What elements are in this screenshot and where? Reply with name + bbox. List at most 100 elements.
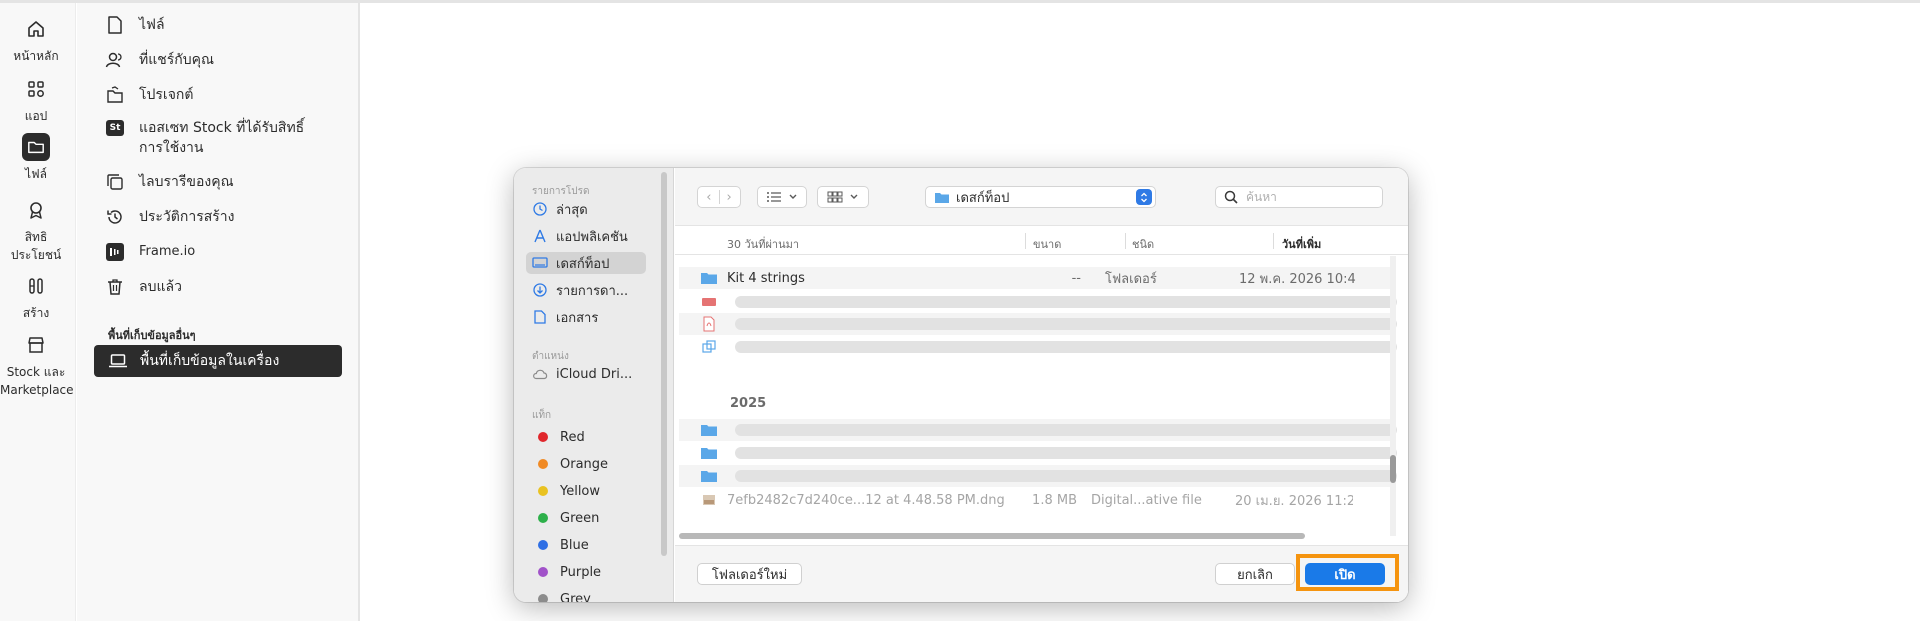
clock-icon: [532, 201, 548, 217]
folder-row-redacted[interactable]: [679, 465, 1397, 487]
rail-label-home: หน้าหลัก: [13, 49, 59, 63]
sidebar-item-documents[interactable]: เอกสาร: [532, 306, 598, 328]
file-size: 1.8 MB: [1032, 492, 1077, 508]
panel-item-local-storage[interactable]: พื้นที่เก็บข้อมูลในเครื่อง: [94, 345, 342, 377]
file-row[interactable]: Kit 4 strings -- โฟลเดอร์ 12 พ.ค. 2026 1…: [679, 267, 1391, 289]
tag-label: Purple: [560, 564, 602, 580]
chevron-updown-icon: [1136, 189, 1152, 205]
rail-label-apps: แอป: [24, 109, 48, 123]
rail-label-stock: Stock และ Marketplace: [0, 365, 74, 397]
rail-item-home[interactable]: หน้าหลัก: [0, 15, 72, 65]
panel-item-deleted[interactable]: ลบแล้ว: [105, 277, 182, 297]
tag-yellow[interactable]: Yellow: [538, 482, 600, 500]
rail-item-benefits[interactable]: สิทธิ ประโยชน์: [0, 196, 72, 264]
column-size[interactable]: ขนาด: [1033, 235, 1061, 253]
open-button-highlight: [1296, 554, 1399, 591]
tag-purple[interactable]: Purple: [538, 563, 601, 581]
tag-green[interactable]: Green: [538, 509, 599, 527]
trash-icon: [105, 277, 125, 297]
column-kind[interactable]: ชนิด: [1132, 235, 1154, 253]
rail-label-files: ไฟล์: [25, 167, 47, 181]
favorites-heading: รายการโปรด: [532, 186, 590, 197]
horizontal-scrollbar[interactable]: [679, 533, 1305, 539]
sidebar-item-applications[interactable]: แอปพลิเคชัน: [532, 225, 628, 247]
file-kind: Digital...ative file: [1091, 492, 1202, 508]
sidebar-item-icloud[interactable]: iCloud Dri...: [532, 363, 632, 385]
panel-item-files[interactable]: ไฟล์: [105, 15, 165, 35]
tag-orange[interactable]: Orange: [538, 455, 608, 473]
home-icon: [22, 15, 50, 43]
new-folder-button[interactable]: โฟลเดอร์ใหม่: [697, 563, 802, 585]
panel-item-stock[interactable]: St แอสเซท Stock ที่ได้รับสิทธิ์ การใช้งา…: [105, 118, 304, 158]
panel-item-library[interactable]: ไลบรารีของคุณ: [105, 172, 234, 192]
panel-item-projects[interactable]: โปรเจกต์: [105, 85, 193, 105]
tag-dot: [538, 540, 548, 550]
group-header-2025: 2025: [730, 396, 767, 411]
folder-icon: [699, 469, 719, 483]
search-field[interactable]: ค้นหา: [1215, 186, 1383, 208]
rail-item-files[interactable]: ไฟล์: [0, 133, 72, 183]
folder-row-redacted[interactable]: [679, 442, 1397, 464]
column-date[interactable]: วันที่เพิ่ม: [1282, 235, 1321, 253]
tag-blue[interactable]: Blue: [538, 536, 589, 554]
panel-item-shared[interactable]: ที่แชร์กับคุณ: [105, 50, 214, 70]
sidebar-item-recents[interactable]: ล่าสุด: [532, 198, 588, 220]
project-icon: [105, 85, 125, 105]
panel-item-label: ประวัติการสร้าง: [139, 209, 235, 225]
list-view-button[interactable]: [757, 186, 807, 208]
sidebar-item-label: เดสก์ท็อป: [556, 256, 610, 272]
grid-view-button[interactable]: [817, 186, 869, 208]
store-icon: [22, 331, 50, 359]
dialog-sidebar: รายการโปรด ล่าสุด แอปพลิเคชัน เดสก์ท็อป …: [514, 168, 674, 602]
vertical-scrollbar[interactable]: [1390, 455, 1396, 483]
sidebar-item-desktop[interactable]: เดสก์ท็อป: [526, 252, 646, 274]
tag-dot: [538, 567, 548, 577]
chevron-left-icon: ‹: [706, 189, 712, 205]
location-popup[interactable]: เดสก์ท็อป: [925, 186, 1156, 208]
rail-item-create[interactable]: สร้าง: [0, 272, 72, 322]
cancel-button[interactable]: ยกเลิก: [1215, 563, 1295, 585]
file-row[interactable]: 7efb2482c7d240ce...12 at 4.48.58 PM.dng …: [679, 489, 1391, 511]
locations-heading: ตำแหน่ง: [532, 351, 569, 362]
document-icon: [532, 309, 548, 325]
rail-item-stock[interactable]: Stock และ Marketplace: [0, 331, 74, 399]
redacted-text: [735, 424, 1397, 436]
chevron-down-icon: [850, 194, 858, 199]
rail-item-apps[interactable]: แอป: [0, 75, 72, 125]
column-name[interactable]: 30 วันที่ผ่านมา: [727, 235, 799, 253]
file-row-redacted[interactable]: [679, 313, 1397, 335]
sidebar-scrollbar[interactable]: [661, 172, 667, 556]
applications-icon: [532, 228, 548, 244]
sidebar-item-label: iCloud Dri...: [556, 366, 633, 382]
tag-dot: [538, 594, 548, 602]
sidebar-item-downloads[interactable]: รายการดา...: [532, 279, 628, 301]
redacted-text: [735, 470, 1397, 482]
file-row-redacted[interactable]: [679, 336, 1397, 358]
search-placeholder: ค้นหา: [1246, 189, 1277, 204]
apps-icon: [22, 75, 50, 103]
file-row-redacted[interactable]: [679, 291, 1397, 313]
laptop-icon: [108, 351, 128, 371]
chevron-down-icon: [789, 194, 797, 199]
panel-item-frameio[interactable]: Frame.io: [105, 242, 195, 262]
cloud-icon: [532, 366, 548, 382]
panel-item-label: ไลบรารีของคุณ: [139, 174, 234, 190]
tag-red[interactable]: Red: [538, 428, 585, 446]
vertical-scroll-track: [1390, 256, 1396, 536]
panel-item-history[interactable]: ประวัติการสร้าง: [105, 207, 235, 227]
file-kind: โฟลเดอร์: [1105, 271, 1157, 287]
file-size: --: [1071, 270, 1081, 286]
tag-label: Red: [560, 429, 585, 445]
file-date: 12 พ.ค. 2026 10:4: [1239, 271, 1356, 287]
location-label: เดสก์ท็อป: [956, 190, 1010, 206]
dng-file-icon: [699, 494, 719, 506]
tag-grey[interactable]: Grey: [538, 590, 591, 602]
back-forward-buttons[interactable]: ‹ ›: [697, 186, 741, 208]
folder-row-redacted[interactable]: [679, 419, 1397, 441]
library-icon: [105, 172, 125, 192]
dialog-browser: ‹ › เดสก์ท็อป ค้นหา 30 วันที่ผ่านมา ขนาด…: [675, 168, 1408, 602]
sidebar-item-label: รายการดา...: [556, 283, 629, 299]
tags-heading: แท็ก: [532, 410, 552, 421]
tag-label: Yellow: [560, 483, 601, 499]
shared-users-icon: [105, 50, 125, 70]
